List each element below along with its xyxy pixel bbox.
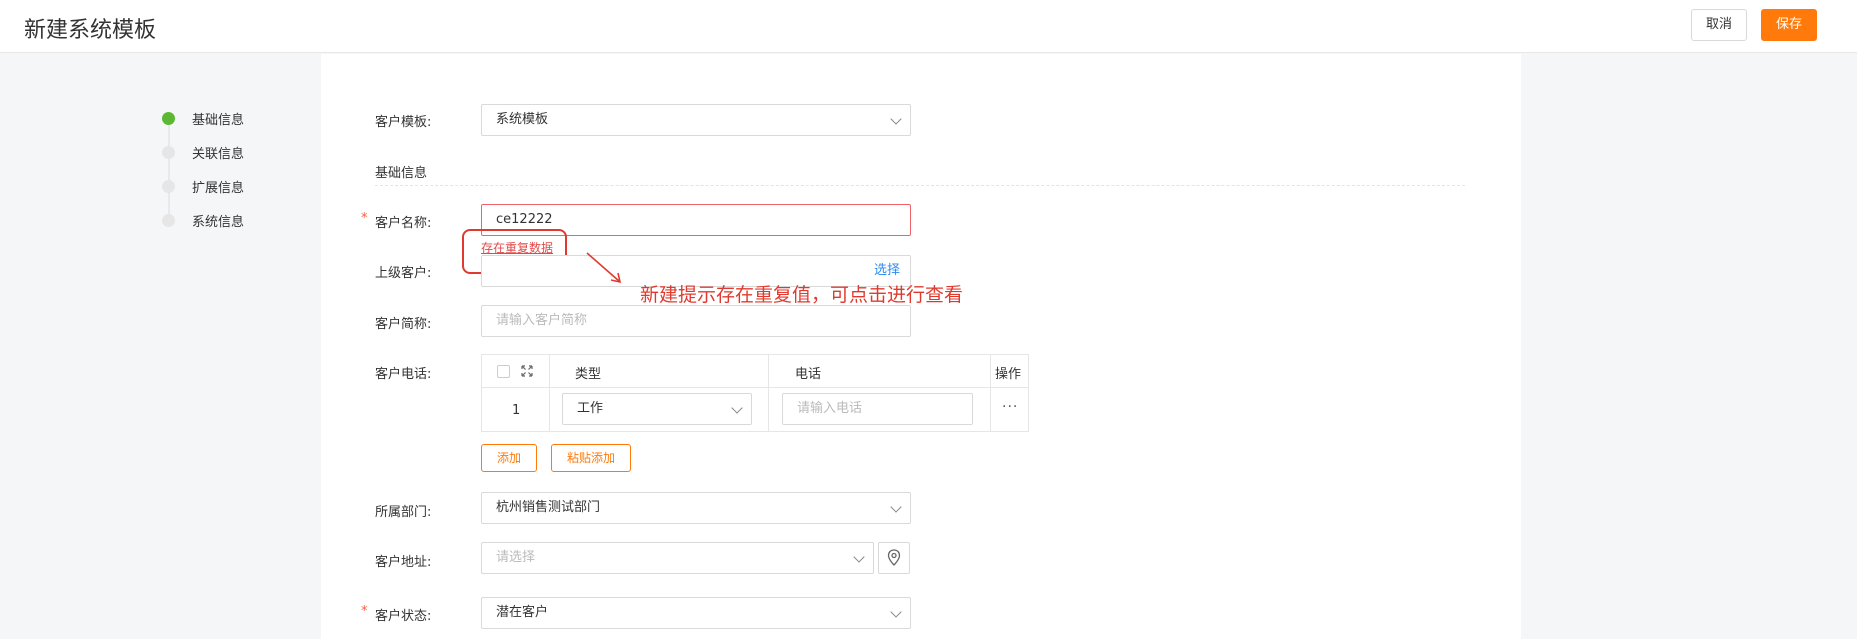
step-dot xyxy=(162,145,175,159)
page-title: 新建系统模板 xyxy=(24,18,157,43)
address-label: 客户地址: xyxy=(375,555,432,570)
phone-label: 客户电话: xyxy=(375,367,432,382)
paste-add-button[interactable]: 粘贴添加 xyxy=(551,444,631,472)
expand-icon[interactable] xyxy=(520,364,534,378)
name-label: 客户名称: xyxy=(375,216,432,231)
section-divider xyxy=(375,185,1465,186)
dept-label: 所属部门: xyxy=(375,505,432,520)
save-button[interactable]: 保存 xyxy=(1761,9,1817,41)
location-button[interactable] xyxy=(878,542,910,574)
chevron-down-icon xyxy=(890,501,902,513)
step-related-info[interactable]: 关联信息 xyxy=(162,142,244,162)
page-header: 新建系统模板 取消 保存 xyxy=(0,0,1857,53)
more-actions-icon[interactable]: ··· xyxy=(1002,399,1018,415)
template-select[interactable]: 系统模板 xyxy=(481,104,911,136)
step-label: 关联信息 xyxy=(192,146,245,162)
status-select[interactable]: 潜在客户 xyxy=(481,597,911,629)
step-dot xyxy=(162,213,175,227)
phone-type-select[interactable]: 工作 xyxy=(562,393,752,425)
template-select-value: 系统模板 xyxy=(496,112,549,127)
step-label: 系统信息 xyxy=(192,214,245,230)
annotation-arrow-icon xyxy=(586,252,622,284)
customer-name-value: ce12222 xyxy=(496,212,553,227)
table-divider xyxy=(768,355,769,431)
select-all-checkbox[interactable] xyxy=(497,365,510,378)
parent-label: 上级客户: xyxy=(375,266,432,281)
col-phone-header: 电话 xyxy=(795,367,822,382)
chevron-down-icon xyxy=(890,113,902,125)
address-placeholder: 请选择 xyxy=(496,550,536,565)
short-name-placeholder: 请输入客户简称 xyxy=(496,313,588,328)
required-mark: * xyxy=(361,604,368,619)
phone-type-value: 工作 xyxy=(577,401,604,416)
required-mark: * xyxy=(361,211,368,226)
chevron-down-icon xyxy=(890,606,902,618)
dept-select[interactable]: 杭州销售测试部门 xyxy=(481,492,911,524)
table-divider xyxy=(549,355,550,431)
col-type-header: 类型 xyxy=(575,367,602,382)
section-title-basic: 基础信息 xyxy=(375,166,428,181)
status-select-value: 潜在客户 xyxy=(496,605,549,620)
step-dot xyxy=(162,179,175,193)
annotation-text: 新建提示存在重复值，可点击进行查看 xyxy=(640,284,964,306)
phone-number-placeholder: 请输入电话 xyxy=(797,401,863,416)
location-pin-icon xyxy=(887,549,901,566)
chevron-down-icon xyxy=(853,551,865,563)
step-dot-active xyxy=(162,111,175,125)
step-label: 扩展信息 xyxy=(192,180,245,196)
address-select[interactable]: 请选择 xyxy=(481,542,874,574)
step-system-info[interactable]: 系统信息 xyxy=(162,210,244,230)
table-divider xyxy=(990,355,991,431)
short-name-input[interactable]: 请输入客户简称 xyxy=(481,305,911,337)
step-extended-info[interactable]: 扩展信息 xyxy=(162,176,244,196)
short-name-label: 客户简称: xyxy=(375,317,432,332)
dept-select-value: 杭州销售测试部门 xyxy=(496,500,601,515)
template-label: 客户模板: xyxy=(375,115,432,130)
phone-number-input[interactable]: 请输入电话 xyxy=(782,393,973,425)
cancel-button[interactable]: 取消 xyxy=(1691,9,1747,41)
col-action-header: 操作 xyxy=(995,367,1022,382)
step-basic-info[interactable]: 基础信息 xyxy=(162,108,244,128)
phone-table: 类型 电话 操作 1 工作 请输入电话 ··· xyxy=(481,354,1029,432)
steps-connector xyxy=(168,118,170,222)
phone-table-header xyxy=(482,355,1028,388)
step-label: 基础信息 xyxy=(192,112,245,128)
status-label: 客户状态: xyxy=(375,609,432,624)
row-index: 1 xyxy=(512,403,521,418)
add-phone-button[interactable]: 添加 xyxy=(481,444,537,472)
chevron-down-icon xyxy=(731,402,743,414)
